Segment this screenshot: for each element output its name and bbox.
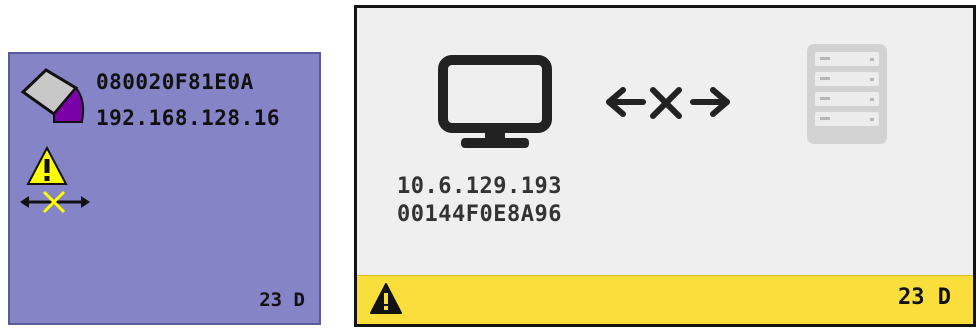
warning-icon xyxy=(26,145,68,186)
monitor-icon xyxy=(437,54,553,152)
device-panel-legacy: 080020F81E0A 192.168.128.16 23 D xyxy=(8,52,321,325)
warning-icon xyxy=(369,282,403,316)
server-icon xyxy=(803,40,891,148)
days-count: 23 D xyxy=(898,285,951,310)
ip-address: 10.6.129.193 xyxy=(397,174,562,199)
mac-address: 080020F81E0A xyxy=(96,70,254,94)
status-footer: 23 D xyxy=(357,275,973,324)
days-count: 23 D xyxy=(259,289,305,311)
device-panel-modern: 10.6.129.193 00144F0E8A96 23 D xyxy=(354,5,976,327)
computer-icon xyxy=(20,66,90,126)
disconnected-arrows-icon xyxy=(20,188,90,216)
ip-address: 192.168.128.16 xyxy=(96,106,281,130)
disconnected-arrow-icon xyxy=(603,80,733,124)
mac-address: 00144F0E8A96 xyxy=(397,202,562,227)
